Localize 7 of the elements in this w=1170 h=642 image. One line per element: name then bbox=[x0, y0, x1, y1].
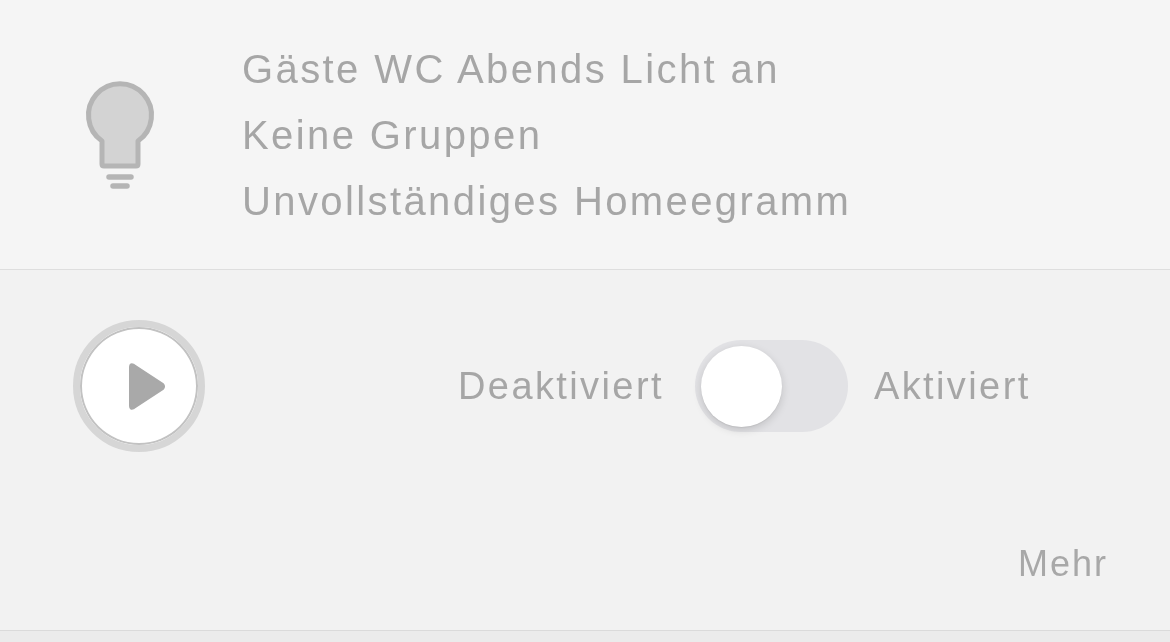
on-label: Aktiviert bbox=[873, 364, 1031, 408]
status-text: Unvollständiges Homeegramm bbox=[242, 177, 852, 225]
more-link[interactable]: Mehr bbox=[1017, 544, 1108, 584]
off-label: Deaktiviert bbox=[458, 364, 664, 408]
group-info: Keine Gruppen bbox=[242, 111, 544, 159]
rule-title: Gäste WC Abends Licht an bbox=[242, 45, 781, 93]
play-icon bbox=[126, 362, 165, 410]
